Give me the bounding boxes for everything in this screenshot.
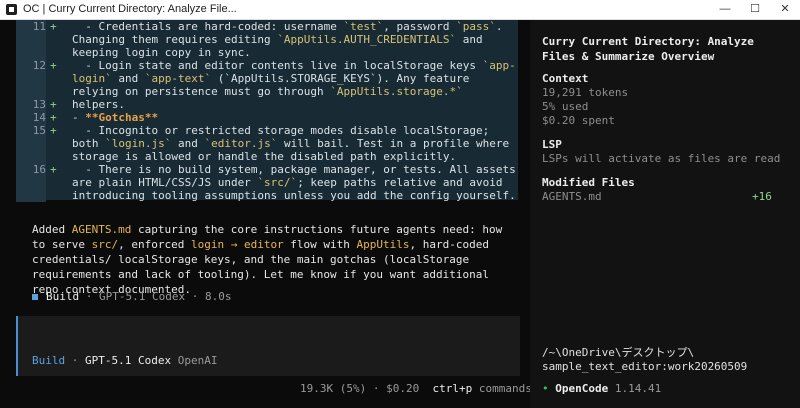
conversation-pane[interactable]: 11 + - Credentials are hard-coded: userna… bbox=[0, 20, 532, 408]
diff-added-marker: + bbox=[50, 59, 57, 72]
close-button[interactable]: ✕ bbox=[770, 0, 800, 19]
diff-added-marker: + bbox=[50, 111, 57, 124]
diff-line-number: 15 bbox=[16, 124, 46, 163]
build-status-label: Build bbox=[46, 290, 80, 303]
build-duration: 8.0s bbox=[204, 290, 232, 303]
diff-line-number: 12 bbox=[16, 59, 46, 98]
diff-line-number: 14 bbox=[16, 111, 46, 124]
diff-added-marker: + bbox=[50, 124, 57, 137]
context-used: 5% used bbox=[542, 100, 589, 113]
diff-added-marker: + bbox=[50, 20, 57, 33]
minimize-button[interactable]: — bbox=[710, 0, 740, 19]
diff-added-marker: + bbox=[50, 98, 57, 111]
diff-line-number: 11 bbox=[16, 20, 46, 59]
app-icon bbox=[6, 4, 17, 15]
session-title: Curry Current Directory: Analyze Files &… bbox=[542, 35, 754, 63]
modified-file-added: +16 bbox=[752, 190, 772, 203]
input-model[interactable]: GPT-5.1 Codex bbox=[85, 354, 171, 367]
diff-line: 13 + bbox=[16, 98, 518, 111]
build-square-icon bbox=[32, 294, 38, 300]
diff-line-text: - There is no build system, package mana… bbox=[72, 163, 523, 202]
diff-line-number: 13 bbox=[16, 98, 46, 111]
footer-shortcut[interactable]: ctrl+p bbox=[432, 382, 472, 395]
assistant-summary: Added AGENTS.md capturing the core instr… bbox=[32, 223, 503, 296]
modified-files-heading: Modified Files bbox=[542, 176, 635, 189]
build-sep: · bbox=[85, 290, 93, 303]
lsp-heading: LSP bbox=[542, 138, 562, 151]
context-tokens: 19,291 tokens bbox=[542, 86, 629, 99]
session-sidebar: Curry Current Directory: Analyze Files &… bbox=[530, 20, 800, 408]
context-spent: $0.20 spent bbox=[542, 114, 615, 127]
app-version: 1.14.41 bbox=[614, 382, 662, 395]
build-model: GPT-5.1 Codex bbox=[99, 290, 186, 303]
input-mode-line: Build · GPT-5.1 Codex OpenAI bbox=[32, 354, 217, 367]
app-name: OpenCode bbox=[555, 382, 609, 395]
diff-line-text: - **Gotchas** bbox=[72, 111, 159, 124]
diff-line-text: - Credentials are hard-coded: username `… bbox=[72, 20, 510, 59]
maximize-button[interactable]: ☐ bbox=[740, 0, 770, 19]
footer-sep: · bbox=[372, 382, 380, 395]
prompt-input[interactable]: Build · GPT-5.1 Codex OpenAI bbox=[16, 316, 520, 376]
diff-line: 15 + - Incognito or restricted storage mo… bbox=[16, 124, 518, 163]
window-titlebar: OC | Curry Current Directory: Analyze Fi… bbox=[0, 0, 800, 20]
context-heading: Context bbox=[542, 72, 589, 85]
diff-added-marker: + bbox=[50, 163, 57, 176]
input-sep: · bbox=[71, 354, 79, 367]
diff-view: 11 + - Credentials are hard-coded: userna… bbox=[16, 20, 518, 202]
working-directory: /~\OneDrive\デスクトップ\ sample_text_editor:w… bbox=[542, 346, 748, 373]
footer-tokens: 19.3K (5%) bbox=[300, 382, 367, 395]
build-status-line: Build · GPT-5.1 Codex · 8.0s bbox=[32, 290, 231, 303]
footer-shortcut-label: commands bbox=[478, 382, 532, 395]
window-title: OC | Curry Current Directory: Analyze Fi… bbox=[23, 3, 237, 15]
lsp-text: LSPs will activate as files are read bbox=[542, 152, 781, 165]
footer-cost: $0.20 bbox=[386, 382, 420, 395]
input-provider: OpenAI bbox=[177, 354, 218, 367]
diff-line: 12 + - Login state and editor contents li… bbox=[16, 59, 518, 111]
build-sep-2: · bbox=[191, 290, 199, 303]
diff-line-text: - Incognito or restricted storage modes … bbox=[72, 124, 516, 163]
status-dot-icon: • bbox=[542, 382, 549, 395]
diff-line: 11 + - Credentials are hard-coded: userna… bbox=[16, 20, 518, 59]
diff-line: 16 + - There is no build system, package … bbox=[16, 163, 518, 202]
diff-line: 14 + - **Gotchas** bbox=[16, 111, 518, 124]
app-version-line: • OpenCode 1.14.41 bbox=[542, 382, 661, 395]
modified-file-name[interactable]: AGENTS.md bbox=[542, 190, 602, 203]
input-mode[interactable]: Build bbox=[32, 354, 65, 367]
diff-line-number: 16 bbox=[16, 163, 46, 202]
footer-status: 19.3K (5%) · $0.20 ctrl+p commands bbox=[300, 382, 532, 395]
